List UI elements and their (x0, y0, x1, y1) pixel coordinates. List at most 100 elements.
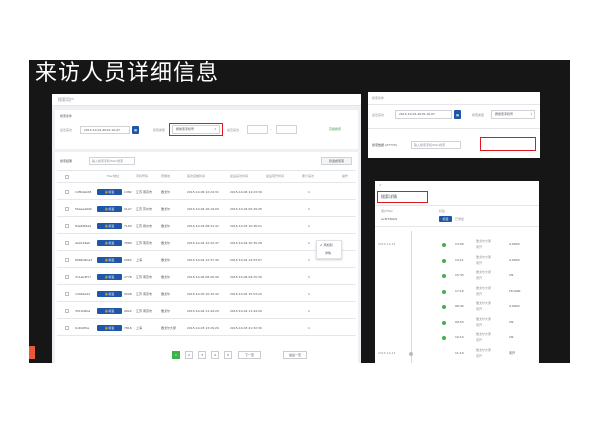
range-separator: ~ (270, 127, 273, 131)
timeline-event: 离开 (476, 276, 483, 280)
row-mac: 1d9b4a22 (75, 292, 91, 296)
row-mac: 84e6f26e9 (75, 224, 92, 228)
row-visit-count: 1 (308, 326, 310, 330)
tag-button[interactable]: 🔒 标签 (97, 291, 122, 297)
tag-button-label: 标签 (108, 190, 115, 194)
row-divider (57, 199, 356, 200)
tag-button[interactable]: 🔒 标签 (97, 223, 122, 229)
filter-panel-search-input[interactable]: 输入搜索手机/Mac搜索 (411, 141, 461, 149)
row-divider (57, 216, 356, 217)
page-button[interactable]: 4 (211, 351, 219, 359)
result-search-input[interactable]: 输入搜索手机/Mac搜索 (89, 157, 135, 165)
row-last-leave: 2015-10-03 21:32:30 (230, 326, 262, 330)
filter-panel: 搜索条件 最近来访 2015-10-01-2015-10-07 ▦ 搜索类型 按… (368, 92, 540, 158)
timeline-value: 离开 (509, 350, 516, 355)
table-top-divider (57, 170, 356, 171)
timeline-place: 雅戈尔大厦 (476, 347, 492, 352)
filter-panel-date-input[interactable]: 2015-10-01-2015-10-07 (395, 110, 452, 119)
time-label: 最近来访 (60, 128, 73, 132)
date-range-input[interactable]: 2015-10-01-2015-10-07 (80, 126, 130, 134)
row-checkbox[interactable] (65, 309, 69, 313)
timeline-time: 11:10 (455, 350, 464, 355)
row-mac: 8086d4ba3 (75, 258, 93, 262)
timeline-event: 离开 (476, 353, 483, 358)
back-icon[interactable]: ⊙ (379, 184, 382, 187)
row-first-contact: 雅戈尔 (161, 258, 171, 262)
row-area: 江苏 南京市 (136, 309, 152, 313)
row-last-leave: 2015-10-06 14:23:39 (230, 190, 262, 194)
timeline-time: 14:11 (455, 257, 464, 262)
tag-button-label: 标签 (108, 292, 115, 296)
row-last-leave: 2015-10-04 11:44:20 (230, 309, 262, 313)
next-page-button[interactable]: 下一页 (238, 351, 261, 359)
timeline-place: 雅戈尔大厦 (476, 285, 492, 290)
frequency-max-input[interactable] (276, 125, 297, 134)
row-checkbox[interactable] (65, 258, 69, 262)
detail-col-mac: 用户Mac (381, 209, 394, 213)
row-checkbox[interactable] (65, 190, 69, 194)
filter-panel-type-select[interactable]: 按搜索手机号 ⇕ (491, 110, 535, 119)
filter-panel-calendar-button[interactable]: ▦ (454, 110, 461, 119)
row-divider (57, 318, 356, 319)
row-last-visit: 2015-10-05 10:32:32 (187, 292, 219, 296)
row-phone: 0127 (124, 207, 132, 211)
timeline-value: CN (509, 273, 514, 277)
page-button[interactable]: 5 (224, 351, 232, 359)
timeline-value: CN (509, 319, 514, 324)
tag-button[interactable]: 🔒 标签 (97, 274, 122, 280)
row-checkbox[interactable] (65, 207, 69, 211)
tag-button[interactable]: 🔒 标签 (97, 257, 122, 263)
row-visit-count: 1 (308, 190, 310, 194)
row-divider (57, 233, 356, 234)
row-mac: 3c1ab4f17 (75, 275, 91, 279)
page-button[interactable]: 1 (172, 351, 180, 359)
timeline-value: CN (509, 335, 514, 339)
calendar-button[interactable]: ▦ (132, 126, 139, 134)
select-all-checkbox[interactable] (65, 175, 69, 179)
row-last-visit: 2015-10-06 08:20:30 (187, 275, 219, 279)
highlight-search-type (169, 123, 223, 136)
column-header: 首次接触时间 (187, 174, 206, 178)
tag-button-label: 标签 (108, 326, 115, 330)
page-button[interactable]: 3 (198, 351, 206, 359)
row-checkbox[interactable] (65, 275, 69, 279)
detail-tag-button[interactable]: 标签 (439, 216, 452, 222)
tag-button[interactable]: 🔒 标签 (97, 308, 122, 314)
row-checkbox[interactable] (65, 241, 69, 245)
row-divider (57, 250, 356, 251)
row-first-contact: 雅戈尔 (161, 207, 171, 211)
page-button[interactable]: 2 (185, 351, 193, 359)
detail-tag-label: 标签 (442, 217, 449, 221)
row-first-contact: 雅戈尔 (161, 241, 171, 245)
filter-panel-title: 搜索条件 (372, 96, 385, 100)
row-checkbox[interactable] (65, 224, 69, 228)
slide-title: 来访人员详细信息 (35, 61, 220, 86)
list-header-title: 搜索用户 (58, 97, 74, 102)
menu-item-detail[interactable]: 详情 (325, 252, 331, 255)
tag-button[interactable]: 🔒 标签 (97, 325, 122, 331)
tag-button[interactable]: 🔒 标签 (97, 189, 122, 195)
row-last-visit: 2015-10-04 12:37:45 (187, 258, 219, 262)
filter-columns-button[interactable]: 筛选搜索项 (321, 157, 352, 165)
filter-title: 搜索条件 (60, 114, 73, 118)
row-checkbox[interactable] (65, 326, 69, 330)
filter-panel-type-value: 按搜索手机号 (495, 112, 514, 116)
menu-item-add[interactable]: ✔ 添加到 (320, 244, 333, 247)
row-mac: 4e4218eb (75, 241, 91, 245)
filter-panel-divider-2 (368, 128, 540, 129)
last-page-button[interactable]: 最后一页 (283, 351, 307, 359)
filter-panel-result-label: 搜索数据 (27774) (372, 143, 397, 147)
tag-button[interactable]: 🔒 标签 (97, 206, 122, 212)
row-checkbox[interactable] (65, 292, 69, 296)
timeline-time: 10:14 (455, 335, 464, 339)
frequency-min-input[interactable] (247, 125, 268, 134)
row-last-leave: 2015-10-04 10:35:28 (230, 241, 262, 245)
row-last-leave: 2015-10-03 10:36:21 (230, 224, 262, 228)
filter-panel-time-label: 最近来访 (372, 113, 385, 117)
tag-button-label: 标签 (108, 309, 115, 313)
row-phone: 2778 (124, 275, 132, 279)
timeline-value: 4.0000 (509, 304, 520, 308)
advanced-search-link[interactable]: 高级搜索 (329, 128, 341, 131)
highlight-empty-field (480, 137, 536, 151)
tag-button[interactable]: 🔒 标签 (97, 240, 122, 246)
